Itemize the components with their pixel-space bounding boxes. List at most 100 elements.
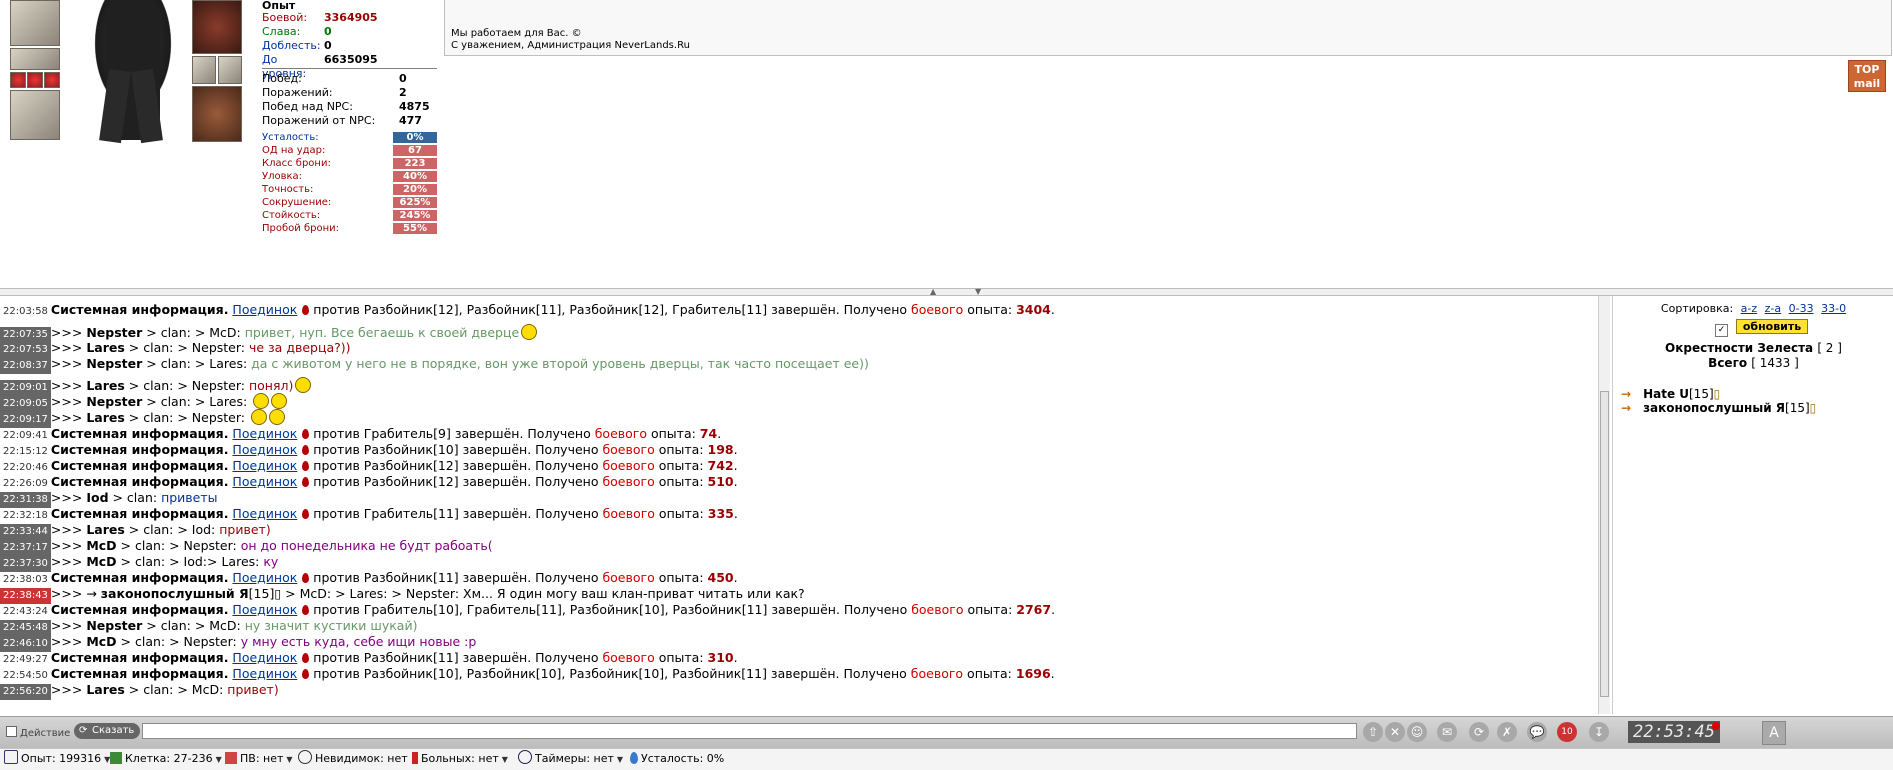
status-timers[interactable]: Таймеры: нет ▼	[518, 749, 623, 770]
nickname[interactable]: Nepster	[86, 325, 142, 340]
filter-off-icon[interactable]: ✗	[1497, 722, 1517, 742]
time-badge-icon[interactable]: 10	[1557, 722, 1577, 742]
sort-a-z[interactable]: a-z	[1741, 302, 1757, 315]
info-icon[interactable]: ▯	[1714, 387, 1721, 401]
chat-input[interactable]	[142, 723, 1357, 739]
message-text: >>>	[50, 682, 87, 697]
nickname[interactable]: Lares	[86, 522, 124, 537]
timestamp[interactable]: 22:08:37	[0, 358, 51, 374]
status-fatigue-text: Усталость: 0%	[641, 752, 725, 765]
nickname[interactable]: Lares	[86, 682, 124, 697]
battle-log-link[interactable]: Поединок	[232, 474, 297, 489]
private-arrow-icon[interactable]: →	[1621, 387, 1631, 401]
font-toggle-button[interactable]: A	[1762, 721, 1786, 745]
nickname[interactable]: Nepster	[86, 356, 142, 371]
status-cell[interactable]: Клетка: 27-236 ▼	[110, 749, 222, 770]
scroll-up-icon[interactable]: ⇧	[1363, 722, 1383, 742]
chat-bubble-icon[interactable]: 💬	[1527, 722, 1547, 742]
message-text: боевого	[602, 442, 655, 457]
nickname[interactable]: Lares	[86, 340, 124, 355]
battle-log-link[interactable]: Поединок	[232, 602, 297, 617]
battle-log-link[interactable]: Поединок	[232, 426, 297, 441]
chat-message: 22:37:17 >>> McD > clan: > Nepster: он до…	[0, 538, 493, 556]
potion-slot-2[interactable]	[27, 72, 43, 88]
nickname[interactable]: Nepster	[86, 394, 142, 409]
battle-log-link[interactable]: Поединок	[232, 458, 297, 473]
nickname[interactable]: McD	[86, 538, 116, 553]
scrollbar-thumb[interactable]	[1600, 391, 1609, 697]
frame-splitter[interactable]: ▲ ▼	[0, 287, 1893, 296]
user-item[interactable]: → законопослушный Я[15]▯	[1621, 401, 1816, 415]
nickname[interactable]: Lares	[86, 378, 124, 393]
boots-slot[interactable]	[10, 90, 60, 140]
status-fatigue[interactable]: Усталость: 0%	[630, 749, 724, 769]
status-pv[interactable]: ПВ: нет ▼	[225, 749, 293, 770]
timestamp[interactable]: 22:03:58	[0, 304, 51, 320]
refresh-icon[interactable]: ⟳	[1469, 722, 1489, 742]
sort-33-0[interactable]: 33-0	[1821, 302, 1846, 315]
private-arrow-icon[interactable]: →	[1621, 401, 1631, 415]
message-text: привет, нуп. Все бегаешь к своей дверце	[244, 325, 520, 340]
timestamp[interactable]: 22:56:20	[0, 684, 51, 700]
clear-icon[interactable]: ✕	[1385, 722, 1405, 742]
smiles-icon[interactable]: ☺	[1407, 722, 1427, 742]
armor-slot[interactable]	[192, 86, 242, 142]
sort-0-33[interactable]: 0-33	[1789, 302, 1814, 315]
battle-log-link[interactable]: Поединок	[232, 442, 297, 457]
user-name[interactable]: законопослушный Я	[1643, 401, 1785, 415]
status-sick[interactable]: Больных: нет ▼	[412, 749, 508, 770]
action-checkbox[interactable]	[6, 726, 17, 737]
dropdown-icon[interactable]: ▼	[617, 755, 623, 764]
exp-row: Доблесть: 0	[262, 39, 437, 53]
sort-z-a[interactable]: z-a	[1765, 302, 1781, 315]
map-icon[interactable]: ✉	[1437, 722, 1457, 742]
action-toggle[interactable]: Действие	[6, 726, 70, 739]
ring-slot-1[interactable]	[192, 56, 216, 84]
battle-log-link[interactable]: Поединок	[232, 302, 297, 317]
alarm-indicator	[1712, 722, 1720, 730]
chat-message: 22:09:01 >>> Lares > clan: > Nepster: пон…	[0, 377, 312, 396]
battle-log-link[interactable]: Поединок	[232, 650, 297, 665]
dropdown-icon[interactable]: ▼	[286, 755, 292, 764]
dropdown-icon[interactable]: ▼	[216, 755, 222, 764]
system-label: Системная информация.	[50, 602, 229, 617]
message-text: опыта:	[654, 506, 708, 521]
status-exp[interactable]: Опыт: 199316 ▼	[4, 749, 110, 770]
chat-message: 22:37:30 >>> McD > clan: > Iod:> Lares: к…	[0, 554, 278, 572]
potion-slot-1[interactable]	[10, 72, 26, 88]
online-users-panel: Сортировка: a-z z-a 0-33 33-0 ✓ обновить…	[1612, 296, 1893, 714]
chat-input-bar: Действие Сказать ⇧ ✕ ☺ ✉ ⟳ ✗ 💬 10 ↧ 22:5…	[0, 716, 1893, 748]
message-text: опыта:	[654, 458, 708, 473]
shield-slot[interactable]	[192, 0, 242, 54]
belt-slot[interactable]	[10, 48, 60, 70]
nickname[interactable]: McD	[86, 634, 116, 649]
nickname[interactable]: законопослушный Я	[101, 586, 249, 601]
status-invis[interactable]: Невидимок: нет	[298, 749, 408, 769]
nickname[interactable]: Iod	[86, 490, 108, 505]
nickname[interactable]: McD	[86, 554, 116, 569]
info-icon[interactable]: ▯	[1810, 401, 1817, 415]
ring-slot-2[interactable]	[218, 56, 242, 84]
collapse-up-icon[interactable]: ▲	[930, 287, 936, 296]
weapon-slot[interactable]	[10, 0, 60, 46]
say-button[interactable]: Сказать	[74, 723, 141, 739]
nickname[interactable]: Nepster	[86, 618, 142, 633]
auto-refresh-checkbox[interactable]: ✓	[1715, 324, 1728, 337]
user-item[interactable]: → Hate U[15]▯	[1621, 387, 1720, 401]
message-text: боевого	[910, 666, 964, 681]
message-text: боевого	[594, 426, 647, 441]
refresh-button[interactable]: обновить	[1735, 319, 1809, 334]
battle-log-link[interactable]: Поединок	[232, 506, 297, 521]
message-text: приветы	[161, 490, 218, 505]
topmail-counter[interactable]: TOP mail	[1848, 60, 1886, 92]
nickname[interactable]: Lares	[86, 410, 124, 425]
battle-log-link[interactable]: Поединок	[232, 570, 297, 585]
chat-scrollbar[interactable]	[1598, 296, 1610, 714]
message-text: у мну есть куда, себе ищи новые :p	[240, 634, 477, 649]
battle-log-link[interactable]: Поединок	[232, 666, 297, 681]
potion-slot-3[interactable]	[44, 72, 60, 88]
translit-icon[interactable]: ↧	[1589, 722, 1609, 742]
dropdown-icon[interactable]: ▼	[502, 755, 508, 764]
user-name[interactable]: Hate U	[1643, 387, 1689, 401]
expand-down-icon[interactable]: ▼	[975, 287, 981, 296]
